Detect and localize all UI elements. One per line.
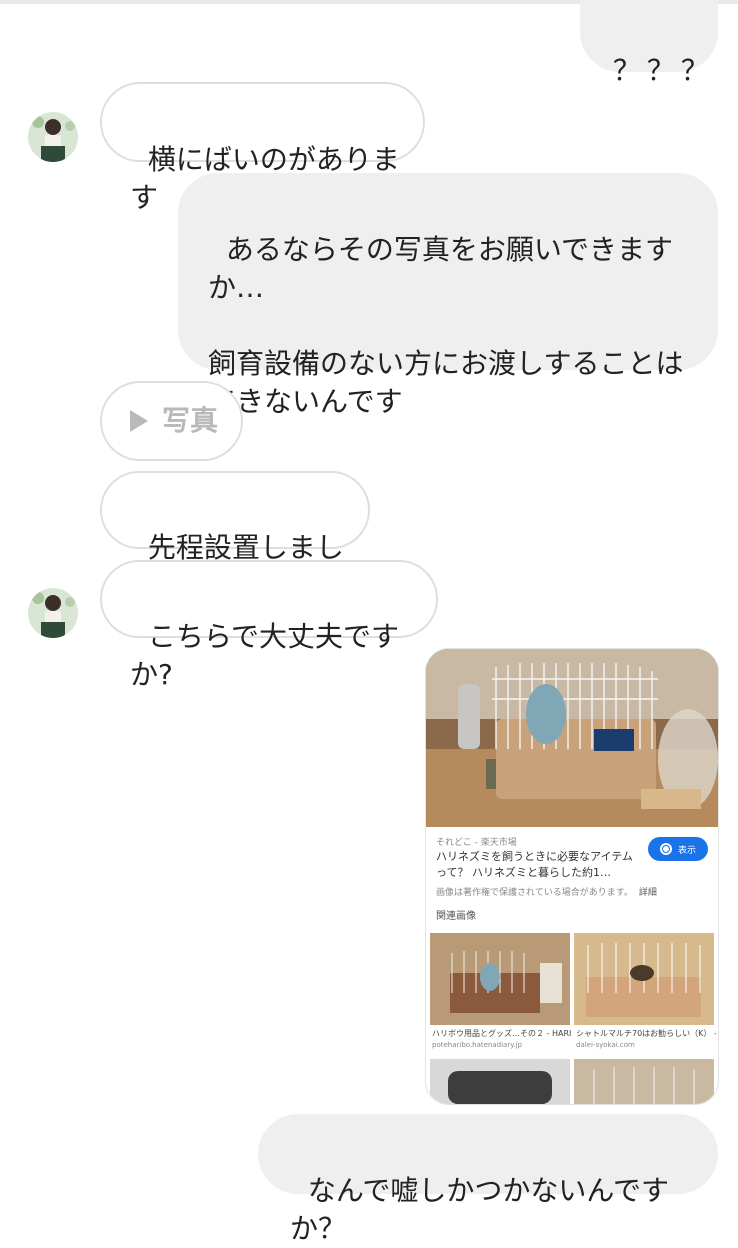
related-thumb-caption: ハリボウ用品とグッズ…その２ - HARIB… <box>432 1029 572 1038</box>
message-outgoing[interactable]: ？？？ <box>580 0 718 87</box>
related-thumb[interactable] <box>574 933 714 1025</box>
message-outgoing[interactable]: なんで嘘しかつかないんですか？ <box>258 1114 718 1245</box>
avatar-icon[interactable] <box>28 112 78 162</box>
play-icon <box>130 410 148 432</box>
message-text: あるならその写真をお願いできますか… 飼育設備のない方にお渡しすることはできない… <box>208 233 684 418</box>
message-outgoing[interactable]: あるならその写真をお願いできますか… 飼育設備のない方にお渡しすることはできない… <box>178 173 718 418</box>
cage-photo[interactable] <box>426 649 718 827</box>
image-message-card[interactable]: それどこ - 楽天市場 ハリネズミを飼うときに必要なアイテムって？ ハリネズミと… <box>425 648 719 1105</box>
copyright-text: 画像は著作権で保護されている場合があります。 <box>436 888 633 898</box>
image-source: それどこ - 楽天市場 <box>436 838 517 848</box>
avatar-icon[interactable] <box>28 588 78 638</box>
photo-label: 写真 <box>162 404 219 437</box>
message-text: こちらで大丈夫ですか? <box>130 620 399 691</box>
copyright-notice: 画像は著作権で保護されている場合があります。 詳細 <box>436 885 657 898</box>
globe-icon <box>659 843 672 855</box>
view-button-label: 表示 <box>677 845 696 856</box>
related-thumb[interactable] <box>430 1059 570 1104</box>
message-text: ？？？ <box>612 54 715 87</box>
related-thumb-caption: シャトルマルチ70はお勧らしい（K） - … <box>576 1029 716 1038</box>
related-thumb[interactable] <box>574 1059 714 1104</box>
details-link[interactable]: 詳細 <box>639 888 657 898</box>
related-images-label: 関連画像 <box>436 911 476 922</box>
photo-message-button[interactable]: 写真 <box>100 381 243 461</box>
view-button[interactable]: 表示 <box>648 837 708 861</box>
related-thumb[interactable] <box>430 933 570 1025</box>
message-incoming[interactable]: 先程設置しました <box>100 471 370 602</box>
related-thumb-source: poteharibo.hatenadiary.jp <box>432 1041 522 1049</box>
message-incoming[interactable]: こちらで大丈夫ですか? <box>100 560 438 691</box>
message-incoming[interactable]: 横にばいのがあります <box>100 82 425 214</box>
message-text: なんで嘘しかつかないんですか？ <box>290 1174 670 1245</box>
image-title[interactable]: ハリネズミを飼うときに必要なアイテムって？ ハリネズミと暮らした約1… <box>436 849 636 881</box>
related-thumb-source: dalei-syokai.com <box>576 1041 635 1049</box>
